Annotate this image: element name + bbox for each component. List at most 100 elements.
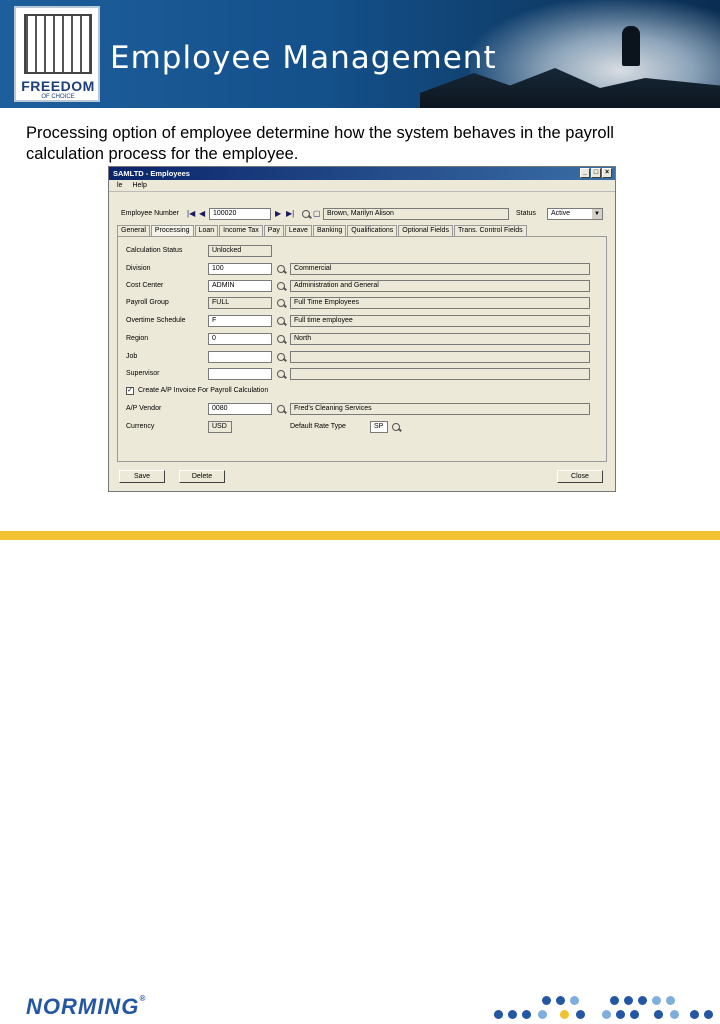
- last-record-icon[interactable]: ▶|: [286, 209, 294, 219]
- close-button[interactable]: Close: [557, 470, 603, 483]
- cage-icon: [24, 14, 92, 74]
- dot: [494, 1010, 503, 1019]
- tab-trans-control-fields[interactable]: Trans. Control Fields: [453, 225, 527, 236]
- next-record-icon[interactable]: ▶: [275, 209, 281, 219]
- tab-banking[interactable]: Banking: [312, 225, 347, 236]
- dot: [654, 1010, 663, 1019]
- dot: [670, 1010, 679, 1019]
- supervisor-desc: [290, 368, 590, 380]
- freedom-logo: FREEDOM OF CHOICE: [14, 6, 100, 102]
- payroll-group-finder-icon[interactable]: [277, 299, 285, 307]
- description-text: Processing option of employee determine …: [26, 124, 614, 163]
- tab-pay[interactable]: Pay: [263, 225, 284, 236]
- payroll-group-field: FULL: [208, 297, 272, 309]
- division-desc: Commercial: [290, 263, 590, 275]
- employees-window: SAMLTD - Employees _ □ × le Help Employe…: [108, 166, 616, 492]
- dot: [538, 1010, 547, 1019]
- ap-vendor-finder-icon[interactable]: [277, 405, 285, 413]
- tab-income-tax[interactable]: Income Tax: [219, 225, 263, 236]
- tab-leave[interactable]: Leave: [284, 225, 312, 236]
- status-label: Status: [516, 210, 536, 217]
- currency-field: USD: [208, 421, 232, 433]
- dot: [652, 996, 661, 1005]
- ap-vendor-desc: Fred's Cleaning Services: [290, 403, 590, 415]
- default-rate-type-label: Default Rate Type: [290, 423, 346, 430]
- window-title: SAMLTD - Employees: [113, 169, 190, 178]
- maximize-icon[interactable]: □: [591, 168, 601, 178]
- tab-general[interactable]: General: [117, 225, 150, 236]
- currency-label: Currency: [126, 423, 155, 430]
- cost-center-finder-icon[interactable]: [277, 282, 285, 290]
- supervisor-field[interactable]: [208, 368, 272, 380]
- registered-mark: ®: [139, 994, 147, 1003]
- create-invoice-label: Create A/P Invoice For Payroll Calculati…: [138, 387, 269, 394]
- menu-file[interactable]: le: [117, 181, 122, 190]
- dot: [542, 996, 551, 1005]
- dot: [666, 996, 675, 1005]
- region-label: Region: [126, 335, 149, 342]
- default-rate-type-field[interactable]: SP: [370, 421, 388, 433]
- new-record-icon[interactable]: ▢: [313, 209, 321, 219]
- dot: [570, 996, 579, 1005]
- dot: [556, 996, 565, 1005]
- employee-number-label: Employee Number: [121, 210, 179, 217]
- region-field[interactable]: 0: [208, 333, 272, 345]
- dot: [638, 996, 647, 1005]
- dot: [602, 1010, 611, 1019]
- window-titlebar: SAMLTD - Employees _ □ ×: [109, 167, 615, 180]
- job-field[interactable]: [208, 351, 272, 363]
- ap-vendor-field[interactable]: 0080: [208, 403, 272, 415]
- region-finder-icon[interactable]: [277, 335, 285, 343]
- minimize-icon[interactable]: _: [580, 168, 590, 178]
- rate-type-finder-icon[interactable]: [392, 423, 400, 431]
- dot: [576, 1010, 585, 1019]
- tab-optional-fields[interactable]: Optional Fields: [398, 225, 453, 236]
- header-banner: FREEDOM OF CHOICE Employee Management: [0, 0, 720, 108]
- dot: [690, 1010, 699, 1019]
- person-silhouette: [622, 26, 640, 66]
- job-finder-icon[interactable]: [277, 353, 285, 361]
- region-desc: North: [290, 333, 590, 345]
- norming-logo: NORMING®: [26, 994, 146, 1020]
- tab-qualifications[interactable]: Qualifications: [347, 225, 398, 236]
- close-icon[interactable]: ×: [602, 168, 612, 178]
- chevron-down-icon[interactable]: ▼: [592, 209, 602, 219]
- finder-icon[interactable]: [302, 210, 310, 218]
- dot: [630, 1010, 639, 1019]
- menu-help[interactable]: Help: [132, 181, 146, 190]
- create-invoice-checkbox[interactable]: ✓: [126, 387, 134, 395]
- footer: NORMING®: [0, 494, 720, 1019]
- dot: [508, 1010, 517, 1019]
- logo-subtext: OF CHOICE: [41, 94, 75, 100]
- ap-vendor-label: A/P Vendor: [126, 405, 162, 412]
- dot: [560, 1010, 569, 1019]
- overtime-schedule-desc: Full time employee: [290, 315, 590, 327]
- payroll-group-label: Payroll Group: [126, 299, 169, 306]
- calculation-status-field: Unlocked: [208, 245, 272, 257]
- overtime-schedule-field[interactable]: F: [208, 315, 272, 327]
- tab-strip: General Processing Loan Income Tax Pay L…: [117, 225, 527, 236]
- cost-center-desc: Administration and General: [290, 280, 590, 292]
- payroll-group-desc: Full Time Employees: [290, 297, 590, 309]
- cost-center-field[interactable]: ADMIN: [208, 280, 272, 292]
- first-record-icon[interactable]: |◀: [187, 209, 195, 219]
- page-title: Employee Management: [110, 40, 497, 76]
- processing-panel: Calculation Status Unlocked Division 100…: [117, 236, 607, 462]
- status-dropdown[interactable]: Active ▼: [547, 208, 603, 220]
- calculation-status-label: Calculation Status: [126, 247, 183, 254]
- division-field[interactable]: 100: [208, 263, 272, 275]
- supervisor-label: Supervisor: [126, 370, 160, 377]
- overtime-schedule-finder-icon[interactable]: [277, 317, 285, 325]
- tab-loan[interactable]: Loan: [194, 225, 219, 236]
- supervisor-finder-icon[interactable]: [277, 370, 285, 378]
- division-finder-icon[interactable]: [277, 265, 285, 273]
- previous-record-icon[interactable]: ◀: [199, 209, 205, 219]
- tab-processing[interactable]: Processing: [150, 225, 194, 236]
- decorative-dots: [490, 994, 720, 1024]
- dot: [704, 1010, 713, 1019]
- delete-button[interactable]: Delete: [179, 470, 225, 483]
- gold-stripe: [0, 531, 720, 540]
- employee-name-field: Brown, Marilyn Alison: [323, 208, 509, 220]
- employee-number-field[interactable]: 100020: [209, 208, 271, 220]
- save-button[interactable]: Save: [119, 470, 165, 483]
